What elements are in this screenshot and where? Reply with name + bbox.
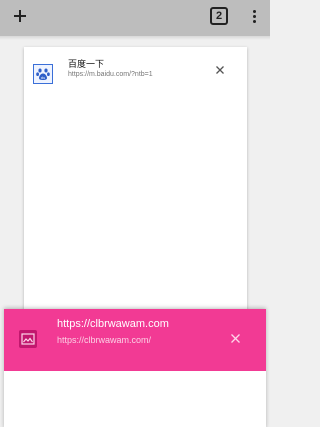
image-placeholder-icon: [19, 330, 37, 348]
close-icon: [230, 333, 240, 343]
close-tab-button[interactable]: [229, 332, 241, 344]
tab-count-badge: 2: [210, 7, 228, 25]
close-icon: [216, 66, 224, 74]
tab-title: 百度一下: [68, 59, 105, 69]
tab-count-button[interactable]: 2: [208, 5, 230, 27]
tab-url: https://clbrwawam.com/: [57, 335, 152, 345]
tab-switcher-toolbar: 2: [0, 0, 270, 36]
baidu-paw-icon: du: [33, 64, 53, 84]
tab-card-header: https://clbrwawam.com https://clbrwawam.…: [4, 309, 266, 371]
menu-button[interactable]: [244, 5, 264, 27]
tab-url: https://m.baidu.com/?ntb=1: [68, 71, 153, 78]
toolbar-shadow: [0, 36, 270, 40]
tab-switcher-screen: 2 du 百度一下 https://m.baidu.com/?ntb=1 htt…: [0, 0, 270, 427]
plus-icon: [14, 10, 26, 22]
tab-card-clbrwawam[interactable]: https://clbrwawam.com https://clbrwawam.…: [4, 309, 266, 427]
tab-card-baidu[interactable]: du 百度一下 https://m.baidu.com/?ntb=1: [24, 47, 247, 347]
more-vert-icon: [252, 9, 256, 13]
close-tab-button[interactable]: [214, 64, 226, 76]
svg-text:du: du: [41, 76, 46, 80]
tab-title: https://clbrwawam.com: [57, 318, 169, 330]
more-vert-dot: [252, 19, 256, 23]
new-tab-button[interactable]: [9, 5, 31, 27]
more-vert-dot: [252, 14, 256, 18]
